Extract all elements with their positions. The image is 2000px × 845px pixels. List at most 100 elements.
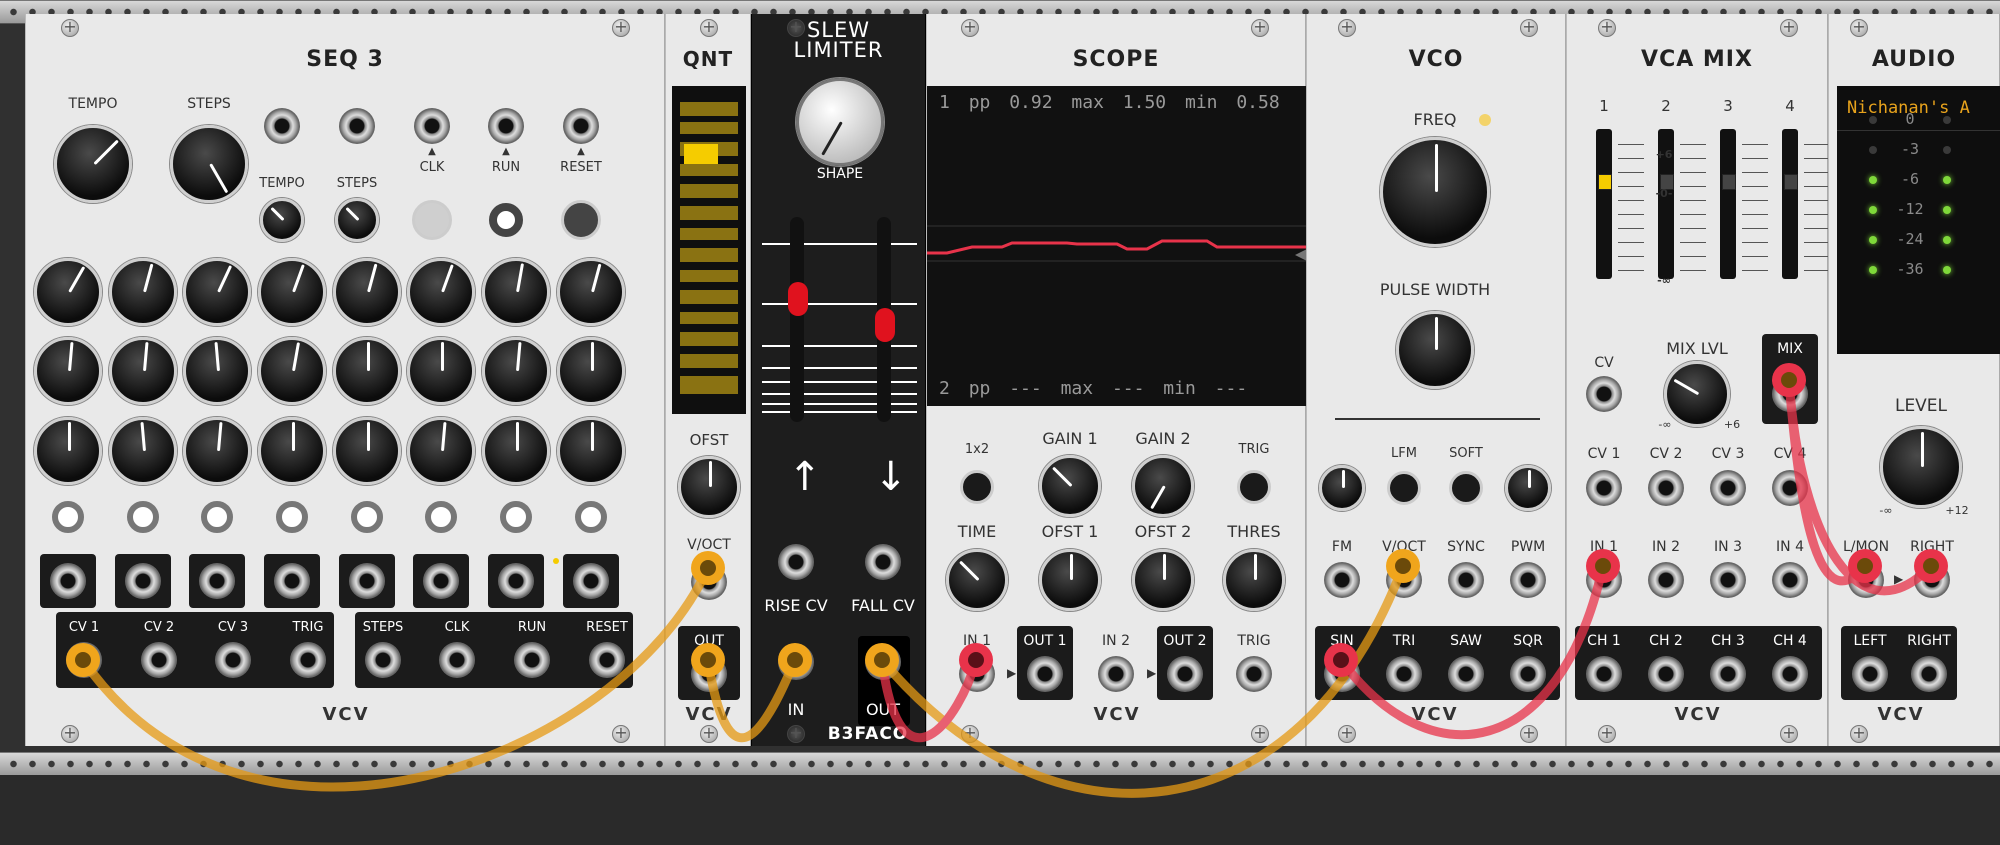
fm-attenuator-knob[interactable]: [1319, 465, 1365, 511]
saw-out-jack[interactable]: [1448, 656, 1484, 692]
mix-lvl-knob[interactable]: [1664, 361, 1730, 427]
seq3-step-knob[interactable]: [407, 258, 475, 326]
seq3-out-jack[interactable]: [66, 642, 102, 678]
seq3-input-jack[interactable]: [488, 108, 524, 144]
ofst2-knob[interactable]: [1132, 549, 1194, 611]
seq3-step-gate-button[interactable]: [425, 501, 457, 533]
vco-voct-jack[interactable]: [1386, 562, 1422, 598]
vca-fader-track[interactable]: [1596, 129, 1612, 279]
seq3-step-knob[interactable]: [183, 337, 251, 405]
seq3-step-knob[interactable]: [482, 258, 550, 326]
seq3-step-gate-button[interactable]: [52, 501, 84, 533]
scope-in2-jack[interactable]: [1098, 656, 1134, 692]
thres-knob[interactable]: [1223, 549, 1285, 611]
seq3-step-gate-jack[interactable]: [125, 563, 161, 599]
scope-out1-jack[interactable]: [1027, 656, 1063, 692]
seq3-step-knob[interactable]: [34, 337, 102, 405]
vca-ch-out-jack[interactable]: [1648, 656, 1684, 692]
seq3-step-gate-button[interactable]: [201, 501, 233, 533]
vca-fader-handle[interactable]: [1784, 174, 1798, 190]
seq3-out-jack[interactable]: [439, 642, 475, 678]
vca-fader-handle[interactable]: [1598, 174, 1612, 190]
seq3-step-knob[interactable]: [407, 417, 475, 485]
sin-out-jack[interactable]: [1324, 656, 1360, 692]
tempo-knob[interactable]: [54, 125, 132, 203]
seq3-input-jack[interactable]: [563, 108, 599, 144]
rise-cv-jack[interactable]: [778, 544, 814, 580]
vca-cv-jack[interactable]: [1772, 470, 1808, 506]
sqr-out-jack[interactable]: [1510, 656, 1546, 692]
seq3-step-knob[interactable]: [333, 337, 401, 405]
mix-out-jack[interactable]: [1772, 376, 1808, 412]
seq3-step-gate-button[interactable]: [276, 501, 308, 533]
sync-jack[interactable]: [1448, 562, 1484, 598]
clk-button[interactable]: [412, 200, 452, 240]
seq3-step-gate-button[interactable]: [575, 501, 607, 533]
fm-jack[interactable]: [1324, 562, 1360, 598]
vca-ch-out-jack[interactable]: [1772, 656, 1808, 692]
scope-trig-button[interactable]: [1237, 470, 1271, 504]
seq3-out-jack[interactable]: [215, 642, 251, 678]
seq3-step-knob[interactable]: [557, 337, 625, 405]
tri-out-jack[interactable]: [1386, 656, 1422, 692]
seq3-step-gate-jack[interactable]: [199, 563, 235, 599]
seq3-out-jack[interactable]: [290, 642, 326, 678]
audio-right-in-jack[interactable]: [1914, 562, 1950, 598]
seq3-step-knob[interactable]: [333, 417, 401, 485]
seq3-out-jack[interactable]: [365, 642, 401, 678]
seq3-step-knob[interactable]: [482, 417, 550, 485]
seq3-step-knob[interactable]: [482, 337, 550, 405]
seq3-step-knob[interactable]: [183, 417, 251, 485]
fall-slider-handle[interactable]: [875, 308, 895, 342]
seq3-step-gate-jack[interactable]: [423, 563, 459, 599]
vca-fader-track[interactable]: [1720, 129, 1736, 279]
audio-left-in-jack[interactable]: [1848, 562, 1884, 598]
vca-in-jack[interactable]: [1586, 562, 1622, 598]
gain1-knob[interactable]: [1039, 455, 1101, 517]
steps-knob[interactable]: [170, 125, 248, 203]
seq3-input-jack[interactable]: [414, 108, 450, 144]
slew-out-jack[interactable]: [865, 644, 901, 680]
fall-cv-jack[interactable]: [865, 544, 901, 580]
seq3-step-knob[interactable]: [407, 337, 475, 405]
scope-in1-jack[interactable]: [959, 656, 995, 692]
vca-cv-jack[interactable]: [1648, 470, 1684, 506]
pwm-attenuator-knob[interactable]: [1505, 465, 1551, 511]
seq3-step-gate-jack[interactable]: [274, 563, 310, 599]
scope-1x2-button[interactable]: [960, 470, 994, 504]
lfm-button[interactable]: [1387, 471, 1421, 505]
ofst-knob[interactable]: [678, 456, 740, 518]
time-knob[interactable]: [946, 549, 1008, 611]
vca-fader-handle[interactable]: [1722, 174, 1736, 190]
audio-device-name[interactable]: Nichanan's A: [1847, 98, 2000, 118]
gain2-knob[interactable]: [1132, 455, 1194, 517]
scope-trig-in-jack[interactable]: [1236, 656, 1272, 692]
seq3-step-knob[interactable]: [258, 258, 326, 326]
seq3-step-gate-jack[interactable]: [349, 563, 385, 599]
rise-slider-track[interactable]: [790, 217, 804, 422]
seq3-out-jack[interactable]: [589, 642, 625, 678]
seq3-step-knob[interactable]: [109, 337, 177, 405]
seq3-out-jack[interactable]: [514, 642, 550, 678]
slew-in-jack[interactable]: [778, 644, 814, 680]
seq3-step-knob[interactable]: [557, 417, 625, 485]
vca-cv-jack[interactable]: [1710, 470, 1746, 506]
vca-in-jack[interactable]: [1772, 562, 1808, 598]
vca-ch-out-jack[interactable]: [1586, 656, 1622, 692]
pulse-width-knob[interactable]: [1396, 311, 1474, 389]
pwm-jack[interactable]: [1510, 562, 1546, 598]
reset-button[interactable]: [561, 200, 601, 240]
level-knob[interactable]: [1880, 426, 1962, 508]
vca-in-jack[interactable]: [1648, 562, 1684, 598]
audio-left-out-jack[interactable]: [1852, 656, 1888, 692]
tempo-cv-knob[interactable]: [260, 198, 304, 242]
vca-in-jack[interactable]: [1710, 562, 1746, 598]
scope-out2-jack[interactable]: [1167, 656, 1203, 692]
seq3-step-knob[interactable]: [183, 258, 251, 326]
seq3-input-jack[interactable]: [264, 108, 300, 144]
seq3-step-knob[interactable]: [34, 417, 102, 485]
seq3-step-knob[interactable]: [557, 258, 625, 326]
steps-cv-knob[interactable]: [335, 198, 379, 242]
soft-button[interactable]: [1449, 471, 1483, 505]
run-button[interactable]: [489, 203, 523, 237]
